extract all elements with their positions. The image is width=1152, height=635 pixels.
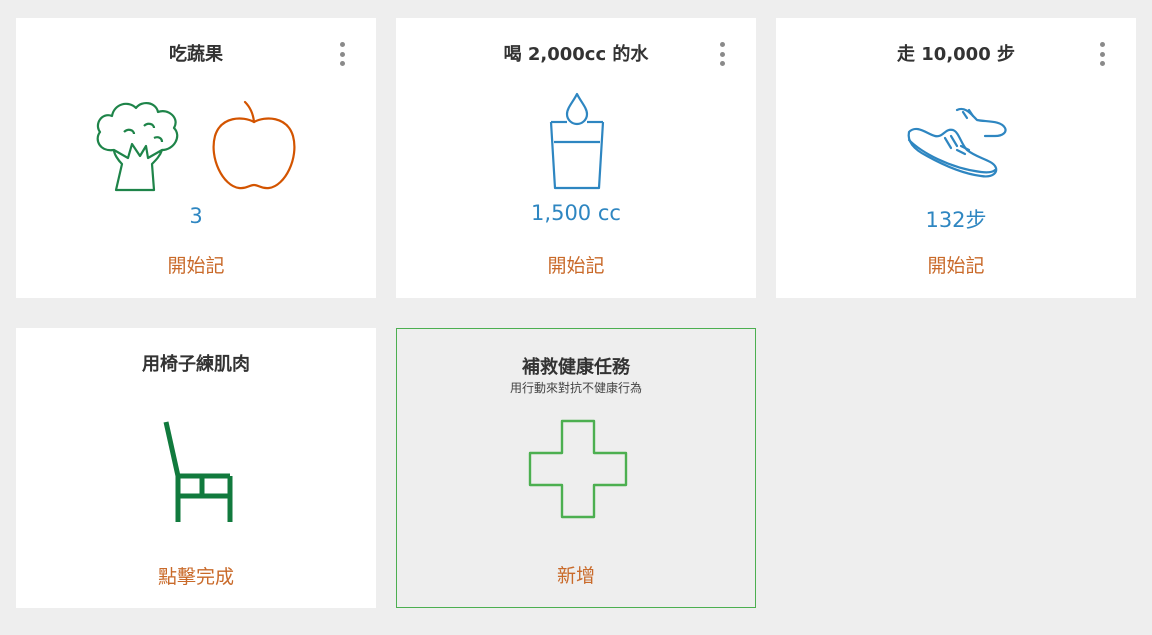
more-options-icon[interactable] [1096, 42, 1108, 66]
sneaker-icon [907, 107, 1007, 178]
task-card-drink-water[interactable]: 喝 2,000cc 的水 1,500 cc 開始記 [396, 18, 756, 298]
task-card-chair-exercise[interactable]: 用椅子練肌肉 點擊完成 [16, 328, 376, 608]
task-card-walk-steps[interactable]: 走 10,000 步 132步 開始記 [776, 18, 1136, 298]
card-title: 用椅子練肌肉 [142, 354, 250, 375]
card-title: 喝 2,000cc 的水 [503, 44, 649, 65]
more-options-icon[interactable] [716, 42, 728, 66]
card-subtitle: 用行動來對抗不健康行為 [509, 381, 642, 395]
start-record-button[interactable]: 開始記 [776, 251, 1136, 278]
water-amount: 1,500 cc [531, 201, 621, 225]
broccoli-icon [96, 102, 179, 192]
task-card-add-remedy[interactable]: 補救健康任務 用行動來對抗不健康行為 新增 [396, 328, 756, 608]
water-glass-icon [549, 92, 605, 190]
chair-icon [163, 421, 233, 522]
plus-cross-icon [528, 419, 628, 519]
tap-to-complete-button[interactable]: 點擊完成 [16, 562, 376, 589]
task-card-eat-vegetables[interactable]: 吃蔬果 3 開始記 [16, 18, 376, 298]
apple-icon [212, 100, 296, 190]
step-count: 132步 [925, 208, 987, 232]
vegetable-count: 3 [189, 204, 203, 228]
card-title: 補救健康任務 [522, 357, 630, 378]
start-record-button[interactable]: 開始記 [396, 251, 756, 278]
card-title: 吃蔬果 [169, 44, 223, 65]
start-record-button[interactable]: 開始記 [16, 251, 376, 278]
card-title: 走 10,000 步 [897, 44, 1015, 65]
more-options-icon[interactable] [336, 42, 348, 66]
add-button[interactable]: 新增 [397, 561, 755, 588]
